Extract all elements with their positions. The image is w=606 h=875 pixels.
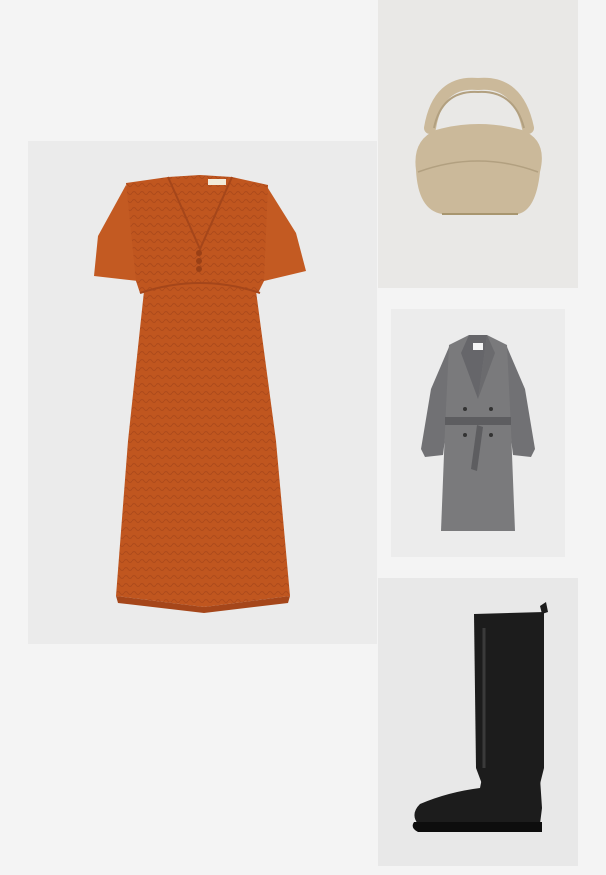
dress-brand-label [208,179,226,185]
boot-product-image[interactable] [378,578,578,866]
boot-sole [412,822,542,832]
dress-product-image[interactable] [28,141,377,644]
grey-wool-coat-illustration [421,335,535,531]
boot-foot [414,778,542,824]
coat-brand-label [473,343,483,350]
orange-dress-illustration [94,175,306,613]
dress-button [196,250,202,256]
dress-button [196,266,202,272]
coat-belt [445,417,511,425]
dress-skirt [116,291,290,607]
suede-shoulder-bag-illustration [415,77,542,215]
dress-bodice [126,175,268,293]
bag-product-image[interactable] [378,0,578,288]
coat-product-image[interactable] [391,309,565,557]
bag-body [415,124,542,214]
dress-button [196,258,202,264]
black-knee-boot-illustration [412,602,548,832]
